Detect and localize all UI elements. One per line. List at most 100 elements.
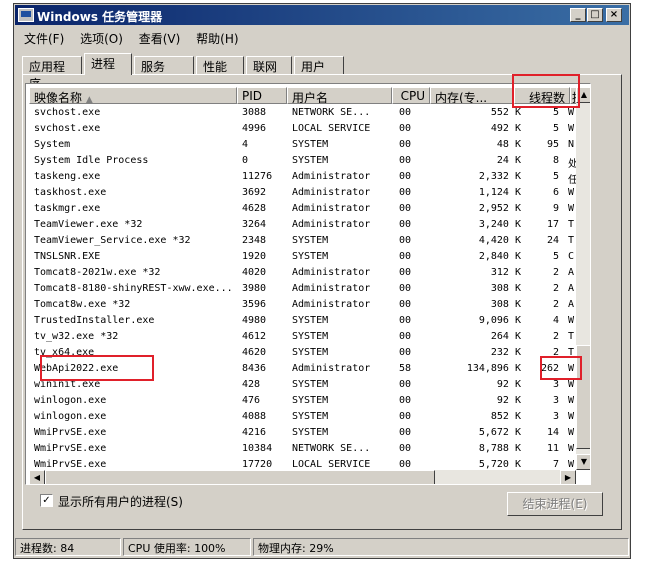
table-row[interactable]: WebApi2022.exe 8436 Administrator 58 134,896… xyxy=(29,362,576,378)
cell-mem: 2,952 K xyxy=(478,203,521,214)
menu-help[interactable]: 帮助(H) xyxy=(190,28,244,49)
menu-bar: 文件(F) 选项(O) 查看(V) 帮助(H) xyxy=(18,28,245,48)
cell-user: SYSTEM xyxy=(292,155,329,166)
table-row[interactable]: TrustedInstaller.exe 4980 SYSTEM 00 9,096 K 4… xyxy=(29,314,576,330)
cell-pid: 0 xyxy=(242,155,249,166)
table-row[interactable]: System 4 SYSTEM 00 48 K 95 N xyxy=(29,138,576,154)
cell-name: WmiPrvSE.exe xyxy=(34,443,107,454)
table-row[interactable]: svchost.exe 3088 NETWORK SE... 00 552 K 5W xyxy=(29,106,576,122)
cell-cpu: 00 xyxy=(399,411,412,422)
table-row[interactable]: taskmgr.exe 4628 Administrator 00 2,952 K 9W xyxy=(29,202,576,218)
cell-cpu: 00 xyxy=(399,395,412,406)
cell-pid: 476 xyxy=(242,395,261,406)
column-memory[interactable]: 内存(专... xyxy=(430,87,514,104)
column-image-name[interactable]: 映像名称 ▲ xyxy=(29,87,237,104)
cell-mem: 92 K xyxy=(496,395,521,406)
cell-threads: 11 xyxy=(546,443,559,454)
cell-name: tv_w32.exe *32 xyxy=(34,331,119,342)
column-threads[interactable]: 线程数 xyxy=(514,87,570,104)
process-list[interactable]: 映像名称 ▲ PID 用户名 CPU 内存(专... 线程数 描 svchost… xyxy=(25,83,591,485)
horizontal-scrollbar[interactable]: ◀ ▶ xyxy=(29,470,576,484)
table-row[interactable]: winlogon.exe 476 SYSTEM 00 92 K 3W xyxy=(29,394,576,410)
table-row[interactable]: svchost.exe 4996 LOCAL SERVICE 00 492 K 5W xyxy=(29,122,576,138)
cell-cpu: 00 xyxy=(399,203,412,214)
column-image-name-label: 映像名称 xyxy=(34,91,83,104)
cell-cpu: 00 xyxy=(399,267,412,278)
cell-user: LOCAL SERVICE xyxy=(292,459,371,470)
table-row[interactable]: tv_w32.exe *32 4612 SYSTEM 00 264 K 2T xyxy=(29,330,576,346)
cell-extra: 任 xyxy=(568,171,576,186)
title-bar[interactable]: Windows 任务管理器 _ □ × xyxy=(15,5,629,25)
cell-mem: 5,672 K xyxy=(478,427,521,438)
table-row[interactable]: WmiPrvSE.exe 10384 NETWORK SE... 00 8,788 K 1… xyxy=(29,442,576,458)
cell-name: svchost.exe xyxy=(34,107,101,118)
menu-file[interactable]: 文件(F) xyxy=(18,28,70,49)
tab-services[interactable]: 服务 xyxy=(134,56,194,74)
cell-extra: W xyxy=(568,187,575,198)
cell-cpu: 00 xyxy=(399,107,412,118)
cell-extra: W xyxy=(568,203,575,214)
tab-processes[interactable]: 进程 xyxy=(84,53,132,75)
table-row[interactable]: TNSLSNR.EXE 1920 SYSTEM 00 2,840 K 5C xyxy=(29,250,576,266)
cell-extra: N xyxy=(568,139,575,150)
table-row[interactable]: Tomcat8w.exe *32 3596 Administrator 00 308 K… xyxy=(29,298,576,314)
cell-name: System Idle Process xyxy=(34,155,149,166)
cell-cpu: 00 xyxy=(399,219,412,230)
table-row[interactable]: wininit.exe 428 SYSTEM 00 92 K 3W xyxy=(29,378,576,394)
cell-mem: 2,332 K xyxy=(478,171,521,182)
table-row[interactable]: winlogon.exe 4088 SYSTEM 00 852 K 3W xyxy=(29,410,576,426)
tab-applications[interactable]: 应用程序 xyxy=(22,56,82,91)
cell-pid: 4216 xyxy=(242,427,267,438)
tab-networking[interactable]: 联网 xyxy=(246,56,292,74)
cell-cpu: 00 xyxy=(399,443,412,454)
cell-pid: 1920 xyxy=(242,251,267,262)
column-pid[interactable]: PID xyxy=(237,87,287,104)
table-row[interactable]: taskeng.exe 11276 Administrator 00 2,332 K 5任 xyxy=(29,170,576,186)
table-row[interactable]: TeamViewer_Service.exe *32 2348 SYSTEM 00 4,… xyxy=(29,234,576,250)
cell-threads: 3 xyxy=(552,395,559,406)
scroll-right-button[interactable]: ▶ xyxy=(560,470,576,484)
cell-name: TeamViewer.exe *32 xyxy=(34,219,143,230)
cell-pid: 428 xyxy=(242,379,261,390)
scroll-left-button[interactable]: ◀ xyxy=(29,470,45,484)
cell-threads: 9 xyxy=(552,203,559,214)
table-row[interactable]: System Idle Process 0 SYSTEM 00 24 K 8处 xyxy=(29,154,576,170)
menu-options[interactable]: 选项(O) xyxy=(74,28,129,49)
cell-extra: A xyxy=(568,283,575,294)
end-process-button[interactable]: 结束进程(E) xyxy=(507,492,603,516)
status-process-count: 进程数: 84 xyxy=(15,538,121,556)
scroll-up-button[interactable]: ▲ xyxy=(576,87,590,103)
table-row[interactable]: Tomcat8-2021w.exe *32 4020 Administrator 00… xyxy=(29,266,576,282)
cell-mem: 24 K xyxy=(496,155,521,166)
cell-extra: W xyxy=(568,363,575,374)
maximize-button[interactable]: □ xyxy=(587,8,603,22)
table-row[interactable]: Tomcat8-8180-shinyREST-xww.exe... 3980 Adm… xyxy=(29,282,576,298)
cell-mem: 134,896 K xyxy=(466,363,521,374)
cell-threads: 5 xyxy=(552,123,559,134)
show-all-users-label[interactable]: 显示所有用户的进程(S) xyxy=(58,493,183,510)
cell-name: taskmgr.exe xyxy=(34,203,101,214)
column-cpu[interactable]: CPU xyxy=(392,87,430,104)
cell-user: SYSTEM xyxy=(292,379,329,390)
tab-users[interactable]: 用户 xyxy=(294,56,344,74)
minimize-button[interactable]: _ xyxy=(570,8,586,22)
table-row[interactable]: tv_x64.exe 4620 SYSTEM 00 232 K 2T xyxy=(29,346,576,362)
vertical-scrollbar[interactable]: ▲ ▼ xyxy=(576,87,590,470)
cell-name: System xyxy=(34,139,71,150)
close-button[interactable]: × xyxy=(606,8,622,22)
table-row[interactable]: TeamViewer.exe *32 3264 Administrator 00 3,2… xyxy=(29,218,576,234)
cell-name: wininit.exe xyxy=(34,379,101,390)
cell-name: Tomcat8-8180-shinyREST-xww.exe... xyxy=(34,283,232,294)
table-row[interactable]: taskhost.exe 3692 Administrator 00 1,124 K 6W xyxy=(29,186,576,202)
scroll-down-button[interactable]: ▼ xyxy=(576,454,590,470)
column-user-name[interactable]: 用户名 xyxy=(287,87,392,104)
cell-user: Administrator xyxy=(292,171,371,182)
menu-view[interactable]: 查看(V) xyxy=(133,28,187,49)
vertical-scroll-thumb[interactable] xyxy=(576,345,590,449)
table-row[interactable]: WmiPrvSE.exe 4216 SYSTEM 00 5,672 K 14 W xyxy=(29,426,576,442)
horizontal-scroll-thumb[interactable] xyxy=(45,470,435,484)
cell-threads: 7 xyxy=(552,459,559,470)
tab-performance[interactable]: 性能 xyxy=(196,56,244,74)
show-all-users-checkbox[interactable]: ✓ xyxy=(40,494,53,507)
cell-name: winlogon.exe xyxy=(34,411,107,422)
